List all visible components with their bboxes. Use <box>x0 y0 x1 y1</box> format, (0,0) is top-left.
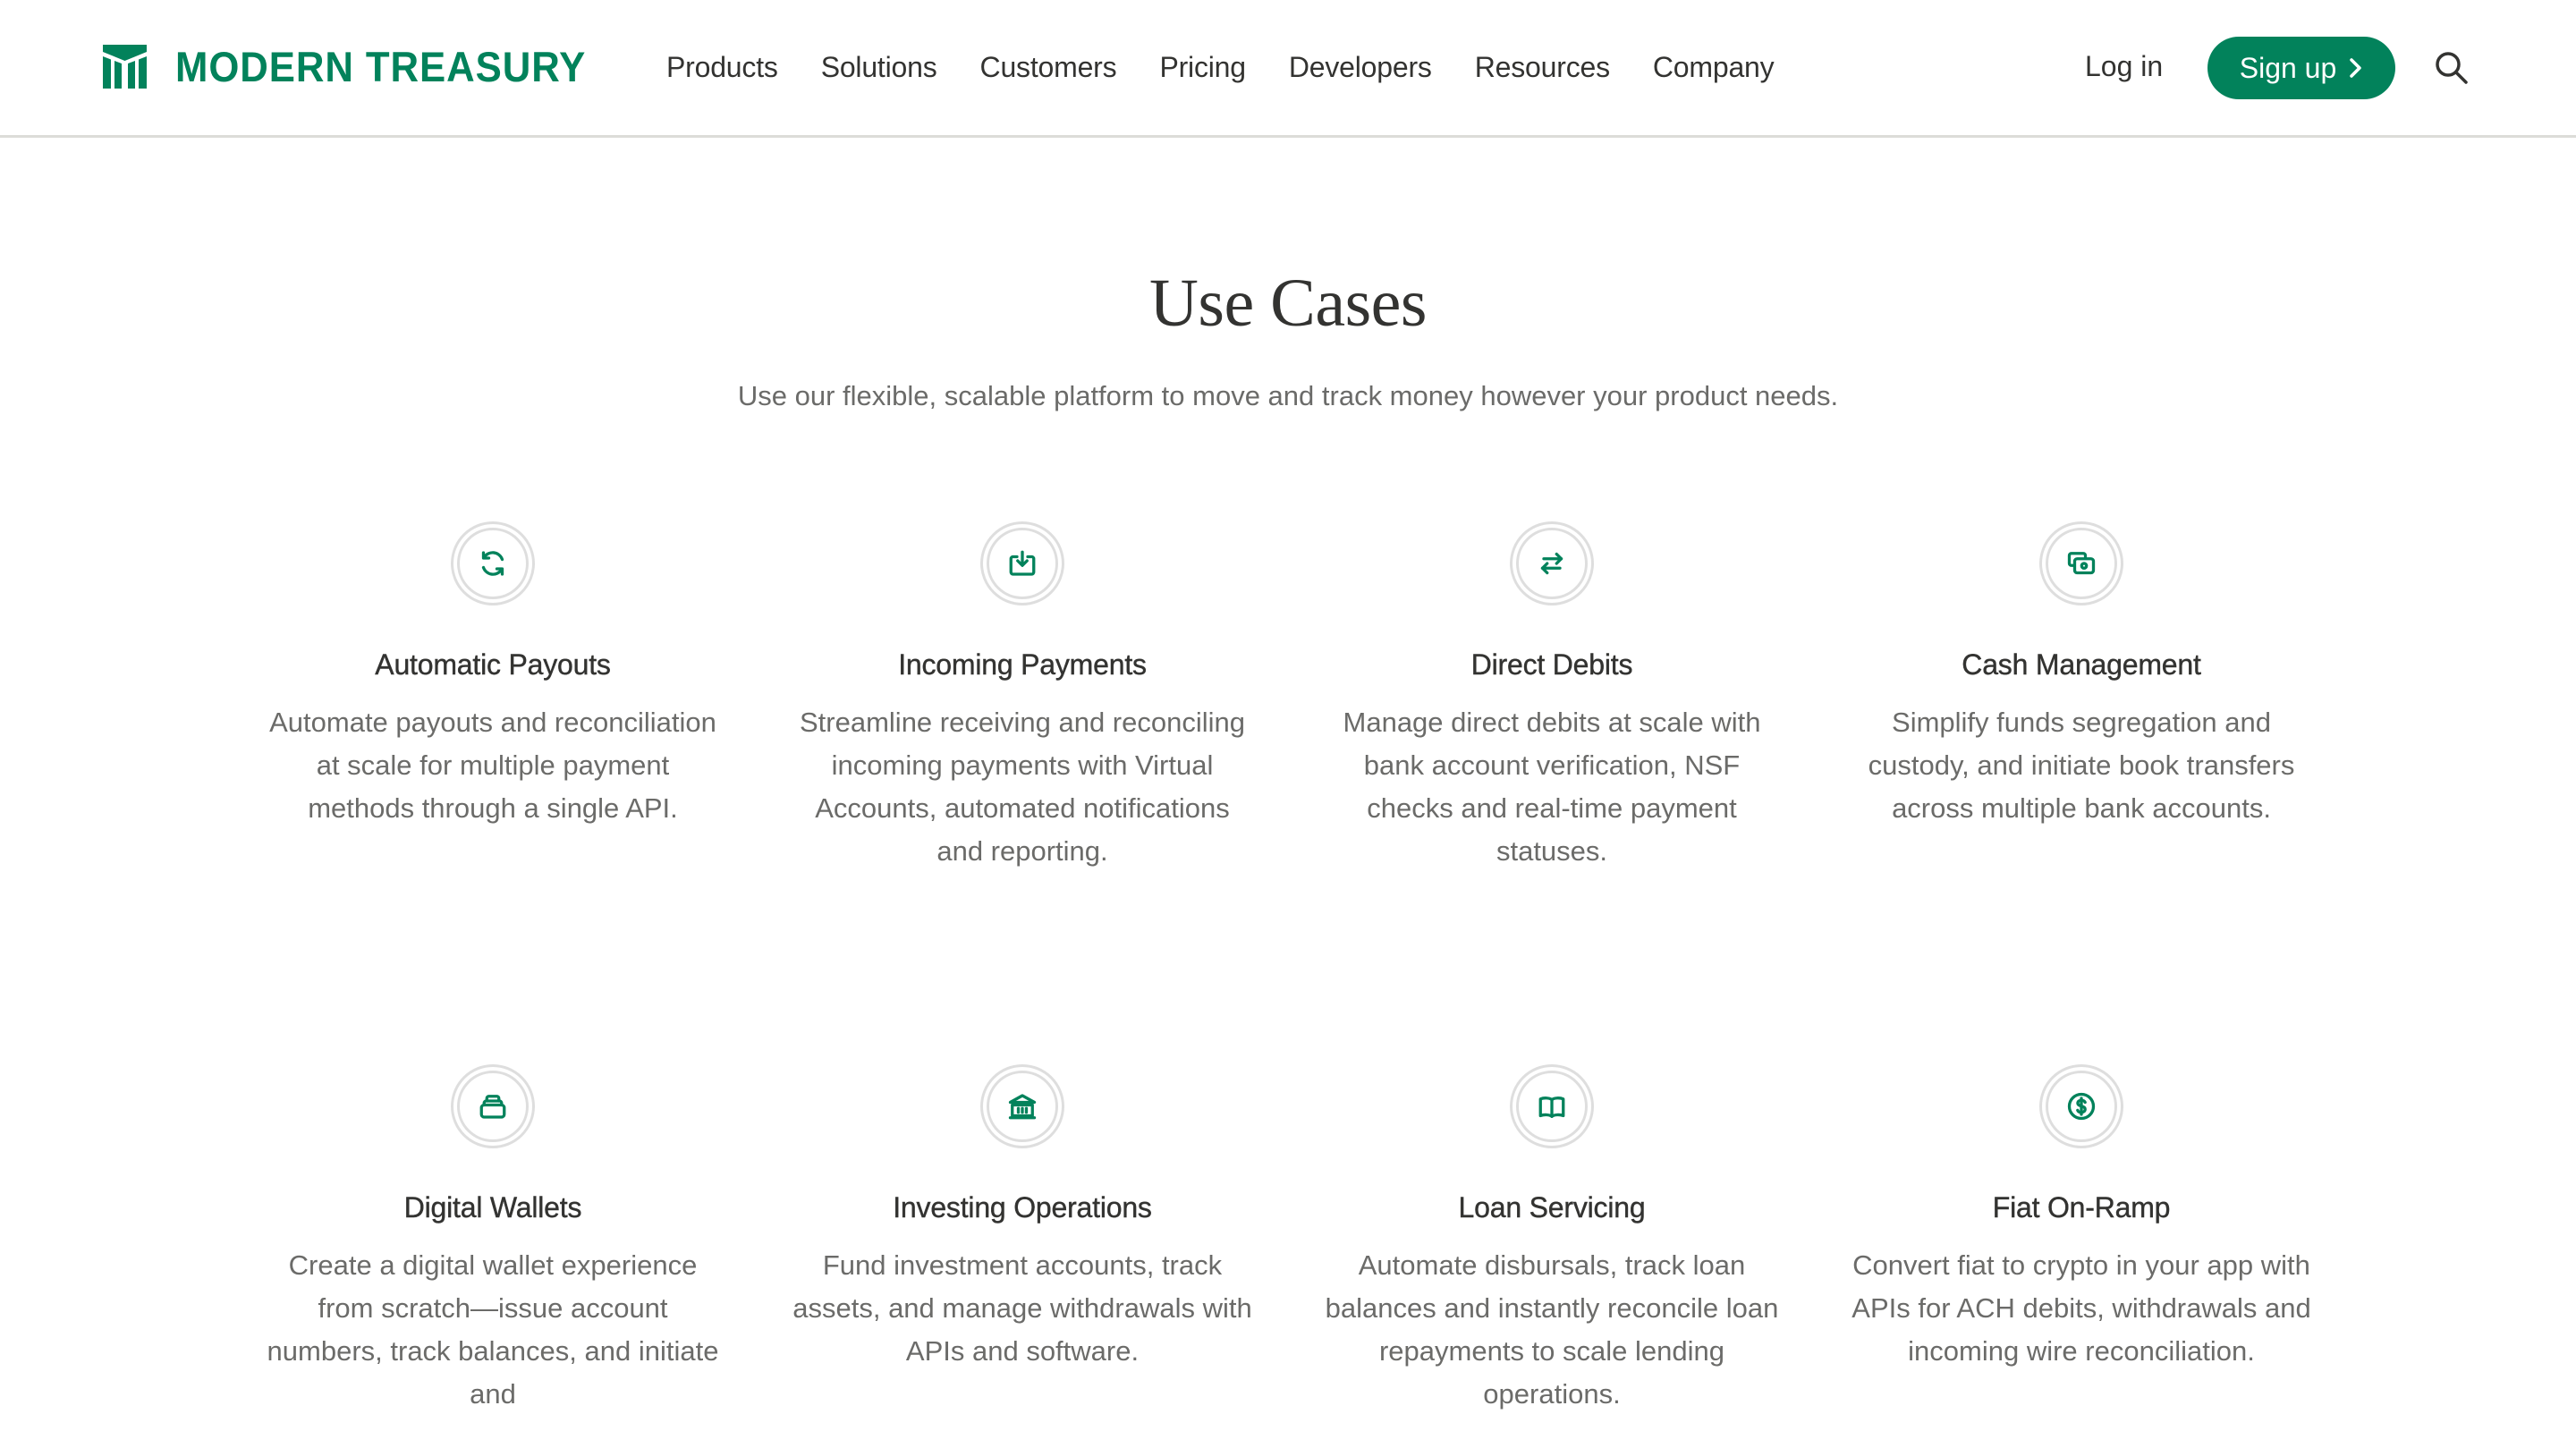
brand-name: MODERN TREASURY <box>175 43 587 90</box>
main-nav: Products Solutions Customers Pricing Dev… <box>666 0 1817 135</box>
use-case-card-cash-management[interactable]: Cash Management Simplify funds segregati… <box>1849 521 2314 830</box>
nav-item-company[interactable]: Company <box>1653 51 1775 84</box>
use-case-description: Streamline receiving and reconciling inc… <box>800 707 1245 867</box>
use-case-description: Fund investment accounts, track assets, … <box>792 1249 1252 1367</box>
use-case-description: Convert fiat to crypto in your app with … <box>1852 1249 2311 1367</box>
site-header: MODERN TREASURY Products Solutions Custo… <box>0 0 2576 138</box>
icon-badge <box>1510 1064 1594 1148</box>
use-case-card-direct-debits[interactable]: Direct Debits Manage direct debits at sc… <box>1319 521 1784 873</box>
nav-item-pricing[interactable]: Pricing <box>1159 51 1246 84</box>
use-case-title: Fiat On-Ramp <box>1992 1191 2171 1224</box>
search-icon[interactable] <box>2434 50 2470 86</box>
inbox-download-icon <box>1009 550 1036 576</box>
icon-badge <box>980 1064 1064 1148</box>
use-case-title: Automatic Payouts <box>375 648 611 681</box>
brand-logo-link[interactable]: MODERN TREASURY <box>103 45 617 89</box>
nav-item-solutions[interactable]: Solutions <box>821 51 937 84</box>
nav-item-products[interactable]: Products <box>666 51 778 84</box>
use-case-card-incoming-payments[interactable]: Incoming Payments Streamline receiving a… <box>790 521 1255 873</box>
use-case-description: Automate payouts and reconciliation at s… <box>269 707 716 824</box>
signup-button[interactable]: Sign up <box>2207 37 2395 99</box>
use-case-description: Automate disbursals, track loan balances… <box>1325 1249 1779 1410</box>
section-title: Use Cases <box>1148 266 1428 341</box>
nav-item-developers[interactable]: Developers <box>1289 51 1432 84</box>
refresh-icon <box>481 551 504 576</box>
icon-badge <box>451 1064 535 1148</box>
arrows-exchange-icon <box>1540 552 1563 575</box>
use-case-title: Incoming Payments <box>898 648 1147 681</box>
use-case-title: Digital Wallets <box>403 1191 582 1224</box>
icon-badge <box>1510 521 1594 605</box>
nav-item-resources[interactable]: Resources <box>1475 51 1610 84</box>
dollar-coin-icon <box>2067 1092 2096 1121</box>
bank-building-icon <box>1008 1094 1037 1120</box>
wallet-stack-icon <box>479 1095 506 1119</box>
icon-badge <box>2039 521 2123 605</box>
nav-item-customers[interactable]: Customers <box>980 51 1117 84</box>
use-case-card-loan-servicing[interactable]: Loan Servicing Automate disbursals, trac… <box>1319 1064 1784 1416</box>
icon-badge <box>2039 1064 2123 1148</box>
cash-stack-icon <box>2067 552 2096 575</box>
use-case-description: Manage direct debits at scale with bank … <box>1343 707 1761 867</box>
icon-badge <box>451 521 535 605</box>
use-case-card-digital-wallets[interactable]: Digital Wallets Create a digital wallet … <box>260 1064 725 1416</box>
open-book-icon <box>1538 1097 1565 1118</box>
use-case-card-fiat-on-ramp[interactable]: Fiat On-Ramp Convert fiat to crypto in y… <box>1849 1064 2314 1373</box>
use-case-description: Create a digital wallet experience from … <box>267 1249 719 1410</box>
use-case-title: Loan Servicing <box>1458 1191 1646 1224</box>
use-case-description: Simplify funds segregation and custody, … <box>1868 707 2295 824</box>
signup-label: Sign up <box>2239 51 2337 84</box>
use-case-card-automatic-payouts[interactable]: Automatic Payouts Automate payouts and r… <box>260 521 725 830</box>
use-case-title: Investing Operations <box>893 1191 1152 1224</box>
login-link[interactable]: Log in <box>2085 50 2163 83</box>
icon-badge <box>980 521 1064 605</box>
modern-treasury-logo-icon <box>103 45 147 89</box>
use-case-card-investing-operations[interactable]: Investing Operations Fund investment acc… <box>790 1064 1255 1373</box>
use-case-title: Cash Management <box>1962 648 2201 681</box>
section-subtitle: Use our flexible, scalable platform to m… <box>737 380 1839 411</box>
chevron-right-icon <box>2350 58 2362 78</box>
use-case-title: Direct Debits <box>1470 648 1633 681</box>
